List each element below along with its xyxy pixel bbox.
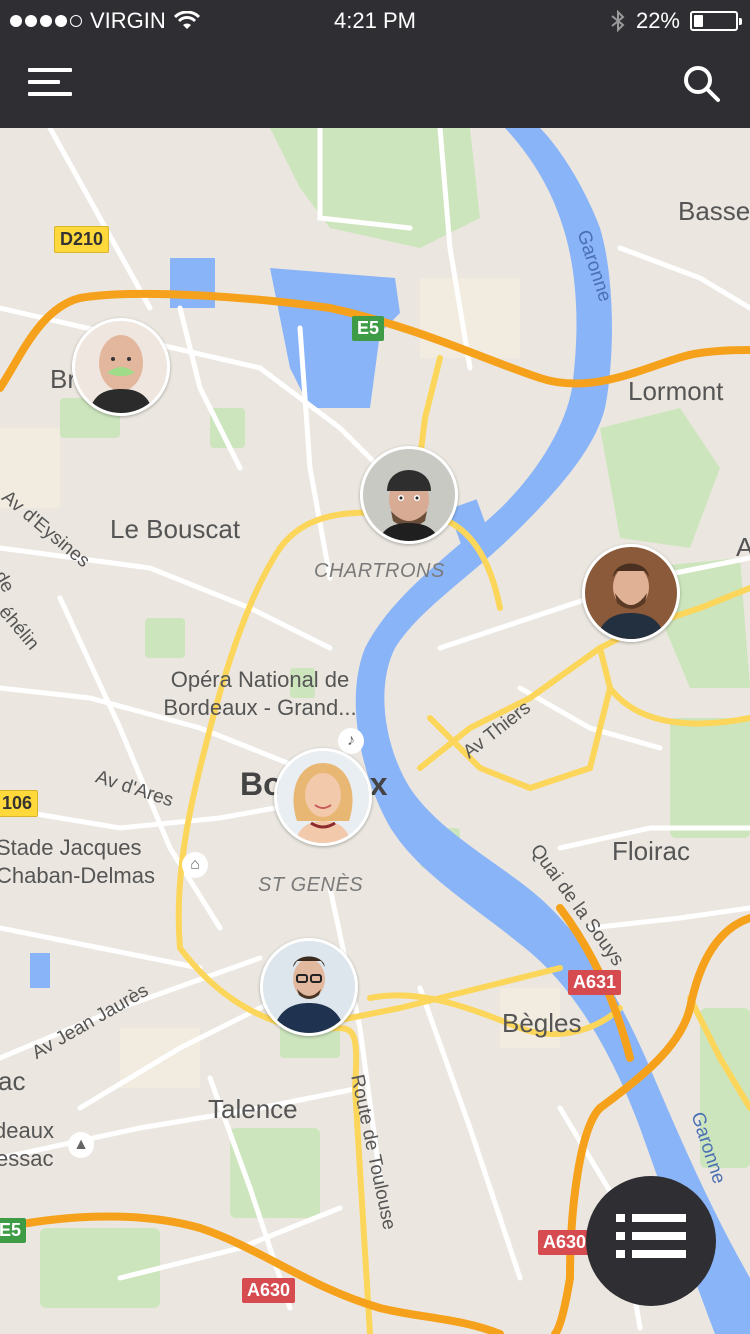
list-icon[interactable] — [586, 1176, 716, 1306]
city-label-le-bouscat: Le Bouscat — [110, 514, 241, 544]
graduation-cap-icon[interactable]: ▲ — [68, 1132, 94, 1158]
city-label-begles: Bègles — [502, 1008, 582, 1038]
avatar-glasses-man[interactable] — [260, 938, 358, 1036]
poi-label-stade: Stade Jacques Chaban-Delmas — [0, 835, 155, 888]
road-shield-106: 106 — [0, 790, 39, 817]
battery-percent: 22% — [635, 8, 680, 33]
city-label-lormont: Lormont — [628, 376, 724, 406]
poi-label-opera: Opéra National de Bordeaux - Grand... — [163, 667, 357, 720]
road-shield-e5-left: E5 — [0, 1218, 27, 1243]
road-shield-d210: D210 — [54, 226, 110, 253]
avatar-beanie-man[interactable] — [360, 446, 458, 544]
edge-label-deaux: deaux — [0, 1118, 54, 1143]
district-label-chartrons: CHARTRONS — [314, 560, 445, 582]
edge-label-a: A — [736, 532, 750, 562]
avatar-bald-man[interactable] — [72, 318, 170, 416]
city-label-floirac: Floirac — [612, 836, 691, 866]
road-shield-e5: E5 — [352, 316, 385, 341]
edge-label-essac: essac — [0, 1146, 54, 1171]
battery-icon — [690, 11, 742, 31]
edge-label-ac: ac — [0, 1066, 26, 1096]
road-shield-a630-right: A630 — [538, 1230, 592, 1255]
city-label-bassens: Bassens — [678, 196, 750, 226]
avatar-blonde-woman[interactable] — [274, 748, 372, 846]
avatar-bearded-man[interactable] — [582, 544, 680, 642]
search-icon[interactable] — [678, 60, 726, 108]
city-label-talence: Talence — [208, 1094, 298, 1124]
music-note-icon[interactable]: ♪ — [338, 728, 364, 754]
map-view[interactable]: D210 E5 A631 A630 A630 106 E5 Le Bouscat… — [0, 128, 750, 1334]
navigation-bar — [0, 40, 750, 128]
hamburger-menu-icon[interactable] — [24, 64, 76, 104]
bluetooth-icon — [611, 9, 625, 33]
battery-level-fill — [694, 15, 703, 27]
status-bar: VIRGIN 4:21 PM 22% — [0, 0, 750, 40]
status-right: 22% — [610, 8, 742, 34]
district-label-st-genes: ST GENÈS — [258, 874, 364, 896]
road-shield-a630-bottom: A630 — [242, 1278, 296, 1303]
stadium-icon[interactable]: ⌂ — [182, 852, 208, 878]
road-shield-a631: A631 — [568, 970, 622, 995]
